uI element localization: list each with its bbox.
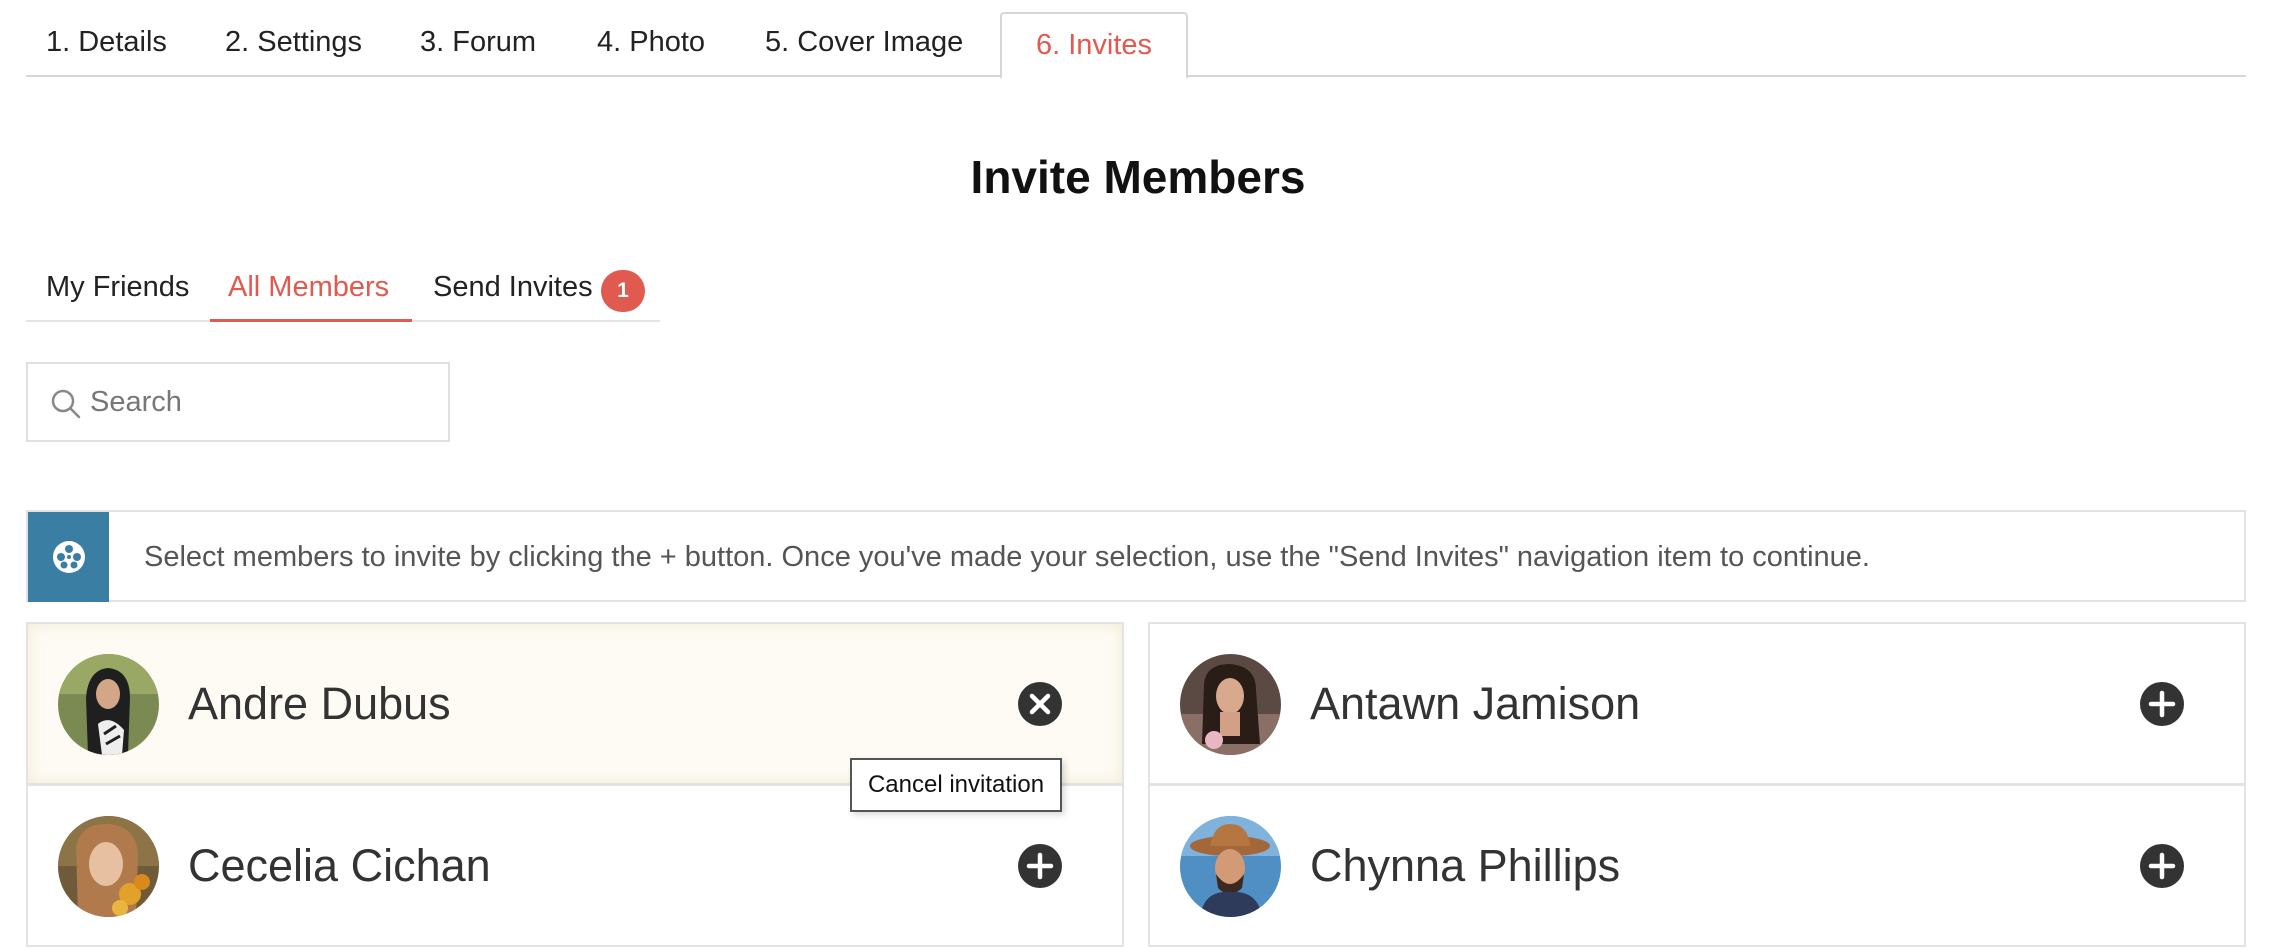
tab-all-members[interactable]: All Members	[210, 262, 412, 322]
info-message: Select members to invite by clicking the…	[144, 541, 1870, 573]
tab-details[interactable]: 1. Details	[46, 12, 167, 77]
add-invite-button[interactable]	[1018, 844, 1062, 888]
close-icon	[1029, 693, 1051, 715]
avatar	[1180, 816, 1281, 917]
add-invite-button[interactable]	[2140, 682, 2184, 726]
member-card-antawn-jamison: Antawn Jamison	[1148, 622, 2246, 785]
tab-settings[interactable]: 2. Settings	[225, 12, 362, 77]
info-icon	[53, 541, 85, 573]
avatar	[58, 816, 159, 917]
step-tabs: 1. Details 2. Settings 3. Forum 4. Photo…	[26, 0, 2246, 79]
tab-photo[interactable]: 4. Photo	[597, 12, 705, 77]
info-icon-box	[28, 512, 109, 602]
info-banner: Select members to invite by clicking the…	[26, 510, 2246, 602]
tab-forum[interactable]: 3. Forum	[420, 12, 536, 77]
tab-my-friends[interactable]: My Friends	[46, 262, 189, 322]
member-name: Andre Dubus	[188, 678, 451, 729]
member-name: Chynna Phillips	[1310, 840, 1621, 891]
plus-icon	[1026, 852, 1054, 880]
tab-send-invites[interactable]: Send Invites 1	[433, 262, 669, 322]
avatar	[58, 654, 159, 755]
member-name: Cecelia Cichan	[188, 840, 491, 891]
tab-cover-image[interactable]: 5. Cover Image	[765, 12, 963, 77]
page-title: Invite Members	[970, 151, 1306, 203]
search-input[interactable]	[90, 376, 430, 428]
send-invites-label: Send Invites	[433, 271, 593, 303]
member-name: Antawn Jamison	[1310, 678, 1641, 729]
search-icon	[50, 388, 82, 420]
avatar	[1180, 654, 1281, 755]
search-box	[26, 362, 450, 442]
invite-count-badge: 1	[601, 270, 645, 312]
member-card-chynna-phillips: Chynna Phillips	[1148, 784, 2246, 947]
tab-invites[interactable]: 6. Invites	[1000, 12, 1188, 79]
cancel-invite-button[interactable]	[1018, 682, 1062, 726]
plus-icon	[2148, 852, 2176, 880]
cancel-invitation-tooltip: Cancel invitation	[850, 758, 1062, 812]
add-invite-button[interactable]	[2140, 844, 2184, 888]
plus-icon	[2148, 690, 2176, 718]
member-filter-nav: My Friends All Members Send Invites 1	[26, 262, 660, 322]
